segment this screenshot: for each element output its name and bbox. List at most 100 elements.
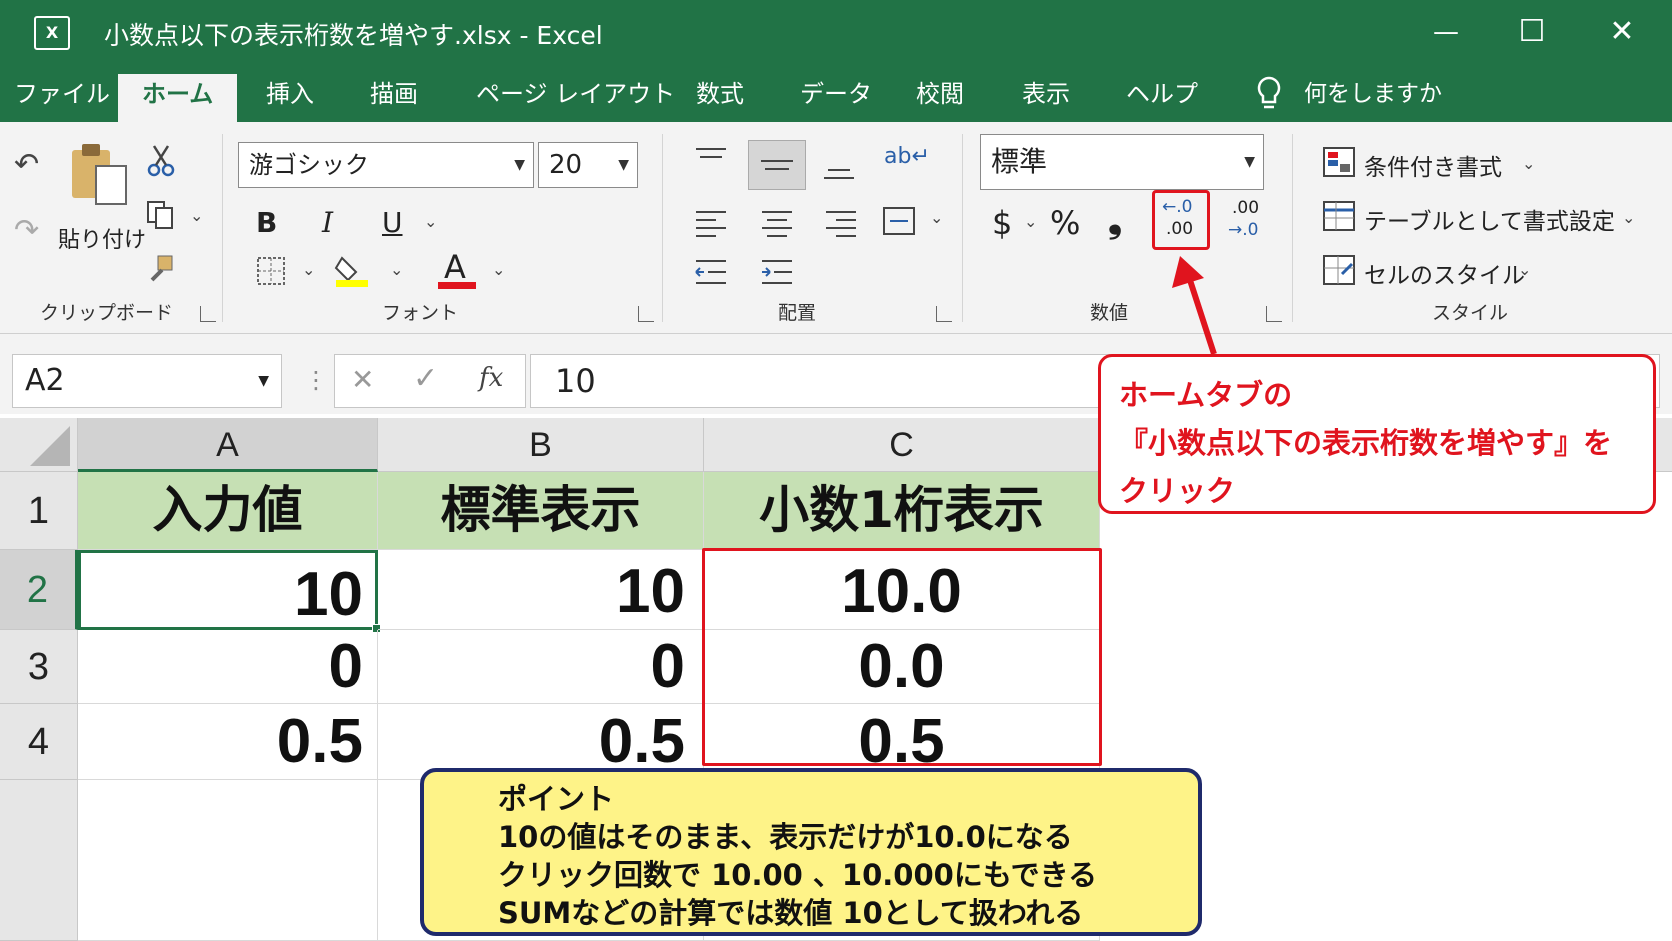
align-middle-icon [761,160,793,170]
percent-button[interactable]: % [1050,204,1080,242]
decrease-decimal-button[interactable]: .00 →.0 [1224,194,1276,248]
conditional-dropdown-icon[interactable]: ⌄ [1522,156,1535,172]
format-as-table-icon[interactable] [1322,200,1356,232]
decrease-decimal-icon: .00 [1232,198,1260,218]
cancel-icon[interactable]: ✕ [351,363,374,396]
column-header-a[interactable]: A [78,418,378,472]
header-cell-one-decimal[interactable]: 小数1桁表示 [704,472,1100,550]
tab-view[interactable]: 表示 [1022,74,1070,122]
header-cell-input[interactable]: 入力値 [78,472,378,550]
column-header-b[interactable]: B [378,418,704,472]
copy-icon[interactable] [146,200,176,230]
merge-dropdown-icon[interactable]: ⌄ [930,210,943,226]
increase-decimal-icon-lower: .00 [1166,219,1194,239]
decrease-indent-icon[interactable] [694,258,728,286]
borders-dropdown-icon[interactable]: ⌄ [302,262,315,278]
cell-styles-dropdown-icon[interactable]: ⌄ [1518,262,1531,278]
group-label-clipboard: クリップボード [40,302,174,324]
tab-insert[interactable]: 挿入 [266,74,314,122]
font-color-button[interactable]: A [444,248,466,286]
row-header-5[interactable] [0,780,78,941]
point-note: ポイント 10の値はそのまま、表示だけが10.0になる クリック回数で 10.0… [420,768,1202,936]
select-all-triangle-icon [30,426,70,466]
format-as-table-button[interactable]: テーブルとして書式設定 [1364,202,1615,236]
enter-icon[interactable]: ✓ [413,361,438,396]
cell-styles-icon[interactable] [1322,254,1356,286]
paste-icon[interactable] [68,142,130,206]
font-color-dropdown-icon[interactable]: ⌄ [492,262,505,278]
fill-color-dropdown-icon[interactable]: ⌄ [390,262,403,278]
row-header-3[interactable]: 3 [0,630,78,704]
minimize-button[interactable]: — [1422,10,1470,54]
number-format-select[interactable]: 標準 ▼ [980,134,1264,190]
number-launcher-icon[interactable] [1266,306,1282,322]
lightbulb-icon [1257,76,1281,109]
tab-page-layout[interactable]: ページ レイアウト [476,74,675,122]
point-line-1: 10の値はそのまま、表示だけが10.0になる [498,820,1073,854]
name-box[interactable]: A2 ▼ [12,354,282,408]
tab-data[interactable]: データ [800,74,872,122]
bold-button[interactable]: B [256,206,277,239]
align-middle-button[interactable] [748,140,806,190]
cell-styles-button[interactable]: セルのスタイル [1364,256,1525,290]
conditional-formatting-button[interactable]: 条件付き書式 [1364,148,1502,182]
copy-dropdown-icon[interactable]: ⌄ [190,208,203,224]
cell-a4[interactable]: 0.5 [78,704,378,780]
underline-dropdown-icon[interactable]: ⌄ [424,214,437,230]
align-top-icon[interactable] [694,146,728,170]
font-launcher-icon[interactable] [638,306,654,322]
group-label-number: 数値 [1090,302,1129,324]
comma-style-button[interactable]: ❟ [1108,200,1122,242]
row-header-1[interactable]: 1 [0,472,78,550]
tab-review[interactable]: 校閲 [916,74,964,122]
italic-button[interactable]: I [322,206,333,239]
align-left-icon[interactable] [694,208,728,238]
divider [662,134,663,322]
column-header-c[interactable]: C [704,418,1100,472]
font-size-select[interactable]: 20 ▼ [538,142,638,188]
close-button[interactable]: ✕ [1598,10,1646,54]
format-as-table-dropdown-icon[interactable]: ⌄ [1622,210,1635,226]
redo-icon[interactable]: ↷ [14,216,39,246]
borders-icon[interactable] [256,256,286,286]
increase-indent-icon[interactable] [760,258,794,286]
currency-button[interactable]: $ [992,204,1012,242]
tell-me-input[interactable]: 何をしますか [1304,74,1442,114]
header-cell-standard[interactable]: 標準表示 [378,472,704,550]
tab-help[interactable]: ヘルプ [1126,74,1198,122]
fill-color-icon[interactable] [334,252,370,288]
alignment-launcher-icon[interactable] [936,306,952,322]
scissors-icon[interactable] [146,144,176,178]
cell-a2[interactable]: 10 [78,550,378,630]
formula-buttons: ✕ ✓ fx [334,354,526,408]
tab-home[interactable]: ホーム [118,74,238,122]
clipboard-launcher-icon[interactable] [200,306,216,322]
cell-b2[interactable]: 10 [378,550,704,630]
insert-function-icon[interactable]: fx [479,363,503,393]
tab-formulas[interactable]: 数式 [696,74,744,122]
merge-center-icon[interactable] [882,206,916,236]
select-all-corner[interactable] [0,418,78,472]
group-label-font: フォント [382,302,459,324]
paste-button[interactable]: 貼り付け [58,222,146,254]
cell-a5[interactable] [78,780,378,941]
tab-file[interactable]: ファイル [14,74,110,122]
align-right-icon[interactable] [824,208,858,238]
cell-a3[interactable]: 0 [78,630,378,704]
font-name-select[interactable]: 游ゴシック ▼ [238,142,534,188]
underline-button[interactable]: U [382,206,403,239]
align-center-icon[interactable] [760,208,794,238]
row-header-2[interactable]: 2 [0,550,78,630]
cell-b3[interactable]: 0 [378,630,704,704]
format-painter-icon[interactable] [148,254,178,284]
wrap-text-icon[interactable]: ab↵ [884,146,930,168]
row-header-4[interactable]: 4 [0,704,78,780]
maximize-button[interactable]: ☐ [1508,10,1556,54]
divider [222,134,223,322]
increase-decimal-button[interactable]: ←.0 .00 [1152,190,1210,250]
undo-icon[interactable]: ↶ [14,150,39,180]
currency-dropdown-icon[interactable]: ⌄ [1024,214,1037,230]
conditional-formatting-icon[interactable] [1322,146,1356,178]
tab-draw[interactable]: 描画 [370,74,418,122]
align-bottom-icon[interactable] [822,160,856,184]
